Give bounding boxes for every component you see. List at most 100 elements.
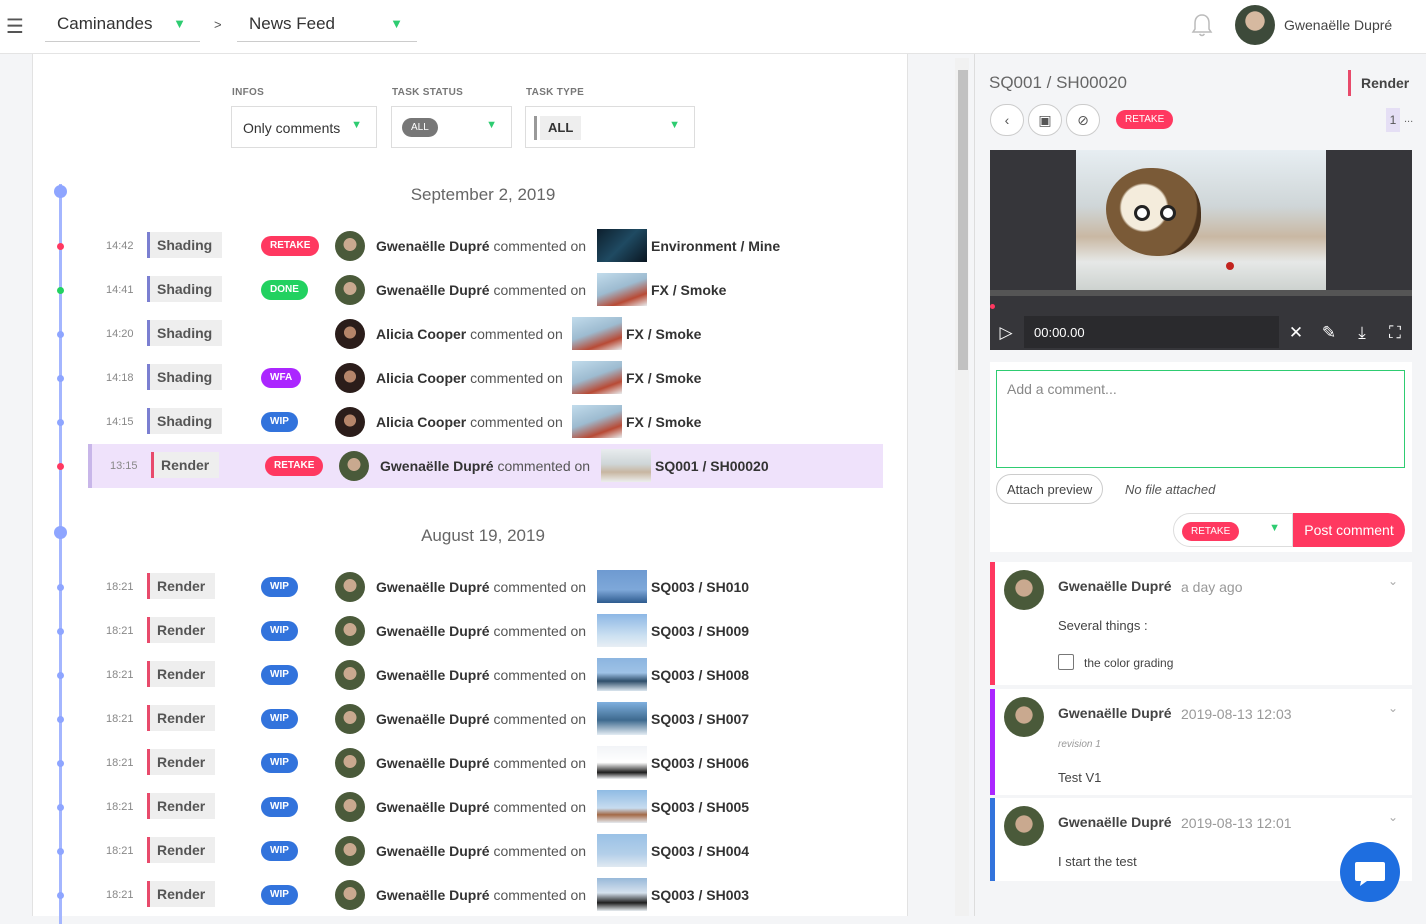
comment-input[interactable]: Add a comment... <box>996 370 1405 468</box>
entity-thumbnail[interactable] <box>597 878 647 911</box>
comment-text: Several things : <box>1058 618 1148 633</box>
avatar <box>335 407 365 437</box>
checklist-checkbox[interactable] <box>1058 654 1074 670</box>
feed-row[interactable]: 18:21 Render WIP Gwenaëlle Dupré commented … <box>88 741 883 785</box>
infos-filter[interactable]: Only comments ▼ <box>231 106 377 148</box>
preview-player[interactable]: ▷ 00:00.00 ✕ ✎ ⤓ ⛶ <box>990 150 1412 350</box>
chevron-down-icon[interactable]: ⌄ <box>1388 810 1398 824</box>
entity-name[interactable]: FX / Smoke <box>651 282 726 298</box>
chevron-down-icon[interactable]: ⌄ <box>1388 574 1398 588</box>
task-type-label: Render <box>157 798 206 814</box>
author-name: Gwenaëlle Dupré <box>376 843 490 859</box>
eye-off-icon[interactable]: ⊘ <box>1066 104 1100 136</box>
progress-bar[interactable] <box>990 290 1412 309</box>
feed-row[interactable]: 18:21 Render WIP Gwenaëlle Dupré commented … <box>88 653 883 697</box>
row-time: 18:21 <box>106 845 134 857</box>
entity-thumbnail[interactable] <box>597 658 647 691</box>
timeline-dot <box>57 892 64 899</box>
entity-thumbnail[interactable] <box>597 790 647 823</box>
back-button[interactable]: ‹ <box>990 104 1024 136</box>
task-status-filter[interactable]: ALL ▼ <box>391 106 512 148</box>
entity-name[interactable]: SQ003 / SH005 <box>651 799 749 815</box>
pencil-icon[interactable]: ✎ <box>1319 323 1339 343</box>
chat-button[interactable] <box>1340 842 1400 902</box>
entity-name[interactable]: SQ003 / SH007 <box>651 711 749 727</box>
entity-thumbnail[interactable] <box>572 405 622 438</box>
feed-row[interactable]: 18:21 Render WIP Gwenaëlle Dupré commented … <box>88 829 883 873</box>
entity-name[interactable]: SQ003 / SH008 <box>651 667 749 683</box>
revision-tag[interactable]: 1 <box>1386 108 1400 132</box>
entity-thumbnail[interactable] <box>572 317 622 350</box>
status-badge: WFA <box>261 368 302 388</box>
entity-thumbnail[interactable] <box>597 746 647 779</box>
author-name: Gwenaëlle Dupré <box>376 238 490 254</box>
entity-name[interactable]: FX / Smoke <box>626 326 701 342</box>
entity-thumbnail[interactable] <box>597 229 647 262</box>
task-type-label: Render <box>161 457 210 473</box>
entity-name[interactable]: SQ003 / SH010 <box>651 579 749 595</box>
feed-scrollbar-thumb[interactable] <box>958 70 968 370</box>
feed-row[interactable]: 14:42 Shading RETAKE Gwenaëlle Dupré commen… <box>88 224 883 268</box>
feed-row[interactable]: 18:21 Render WIP Gwenaëlle Dupré commented … <box>88 609 883 653</box>
entity-thumbnail[interactable] <box>597 273 647 306</box>
row-author-text: Gwenaëlle Dupré commented on <box>376 623 586 639</box>
row-author-text: Alicia Cooper commented on <box>376 326 563 342</box>
panel-title: SQ001 / SH00020 <box>989 73 1127 92</box>
user-avatar[interactable] <box>1235 5 1275 45</box>
comment-status-select[interactable]: RETAKE ▼ <box>1173 513 1293 547</box>
task-type-tag: Render <box>1348 70 1418 96</box>
notification-bell-icon[interactable] <box>1190 12 1214 38</box>
entity-thumbnail[interactable] <box>601 449 651 482</box>
close-icon[interactable]: ✕ <box>1286 323 1306 343</box>
task-type-tag: Render <box>147 573 216 599</box>
download-icon[interactable]: ⤓ <box>1352 323 1372 343</box>
feed-row[interactable]: 18:21 Render WIP Gwenaëlle Dupré commented … <box>88 785 883 829</box>
entity-thumbnail[interactable] <box>597 834 647 867</box>
entity-thumbnail[interactable] <box>597 614 647 647</box>
menu-icon[interactable]: ☰ <box>6 14 24 39</box>
avatar <box>335 231 365 261</box>
author-name: Gwenaëlle Dupré <box>376 887 490 903</box>
status-badge: WIP <box>261 709 298 729</box>
chevron-down-icon[interactable]: ⌄ <box>1388 701 1398 715</box>
entity-name[interactable]: SQ001 / SH00020 <box>655 458 769 474</box>
timeline-dot <box>57 848 64 855</box>
entity-thumbnail[interactable] <box>597 570 647 603</box>
section-select[interactable]: News Feed ▼ <box>237 8 417 42</box>
feed-row[interactable]: 14:15 Shading WIP Alicia Cooper commented o… <box>88 400 883 444</box>
entity-name[interactable]: SQ003 / SH003 <box>651 887 749 903</box>
task-type-tag: Shading <box>147 276 223 302</box>
feed-row[interactable]: 14:18 Shading WFA Alicia Cooper commented o… <box>88 356 883 400</box>
user-name[interactable]: Gwenaëlle Dupré <box>1284 17 1392 33</box>
entity-name[interactable]: SQ003 / SH004 <box>651 843 749 859</box>
task-panel: SQ001 / SH00020 Render ‹ ▣ ⊘ RETAKE 1 ..… <box>974 54 1426 916</box>
play-icon[interactable]: ▷ <box>996 323 1016 343</box>
feed-row[interactable]: 13:15 Render RETAKE Gwenaëlle Dupré comment… <box>88 444 883 488</box>
feed-row[interactable]: 14:41 Shading DONE Gwenaëlle Dupré commente… <box>88 268 883 312</box>
feed-row[interactable]: 14:20 Shading Alicia Cooper commented on FX… <box>88 312 883 356</box>
timeline-dot <box>57 672 64 679</box>
feed-row[interactable]: 18:21 Render WIP Gwenaëlle Dupré commented … <box>88 873 883 917</box>
author-name: Gwenaëlle Dupré <box>376 755 490 771</box>
entity-name[interactable]: Environment / Mine <box>651 238 780 254</box>
more-revisions[interactable]: ... <box>1404 113 1413 125</box>
top-bar: ☰ Caminandes ▼ > News Feed ▼ Gwenaëlle D… <box>0 0 1426 54</box>
entity-thumbnail[interactable] <box>572 361 622 394</box>
attach-preview-button[interactable]: Attach preview <box>996 474 1104 504</box>
status-badge: WIP <box>261 885 298 905</box>
row-time: 14:15 <box>106 416 134 428</box>
timeline-dot <box>57 287 64 294</box>
entity-name[interactable]: FX / Smoke <box>626 414 701 430</box>
author-name: Alicia Cooper <box>376 414 467 430</box>
task-type-filter[interactable]: ALL ▼ <box>525 106 695 148</box>
fullscreen-icon[interactable]: ⛶ <box>1385 323 1405 343</box>
feed-row[interactable]: 18:21 Render WIP Gwenaëlle Dupré commented … <box>88 697 883 741</box>
post-comment-button[interactable]: Post comment <box>1293 513 1405 547</box>
entity-thumbnail[interactable] <box>597 702 647 735</box>
image-icon[interactable]: ▣ <box>1028 104 1062 136</box>
entity-name[interactable]: SQ003 / SH006 <box>651 755 749 771</box>
production-select[interactable]: Caminandes ▼ <box>45 8 200 42</box>
feed-row[interactable]: 18:21 Render WIP Gwenaëlle Dupré commented … <box>88 565 883 609</box>
entity-name[interactable]: SQ003 / SH009 <box>651 623 749 639</box>
entity-name[interactable]: FX / Smoke <box>626 370 701 386</box>
